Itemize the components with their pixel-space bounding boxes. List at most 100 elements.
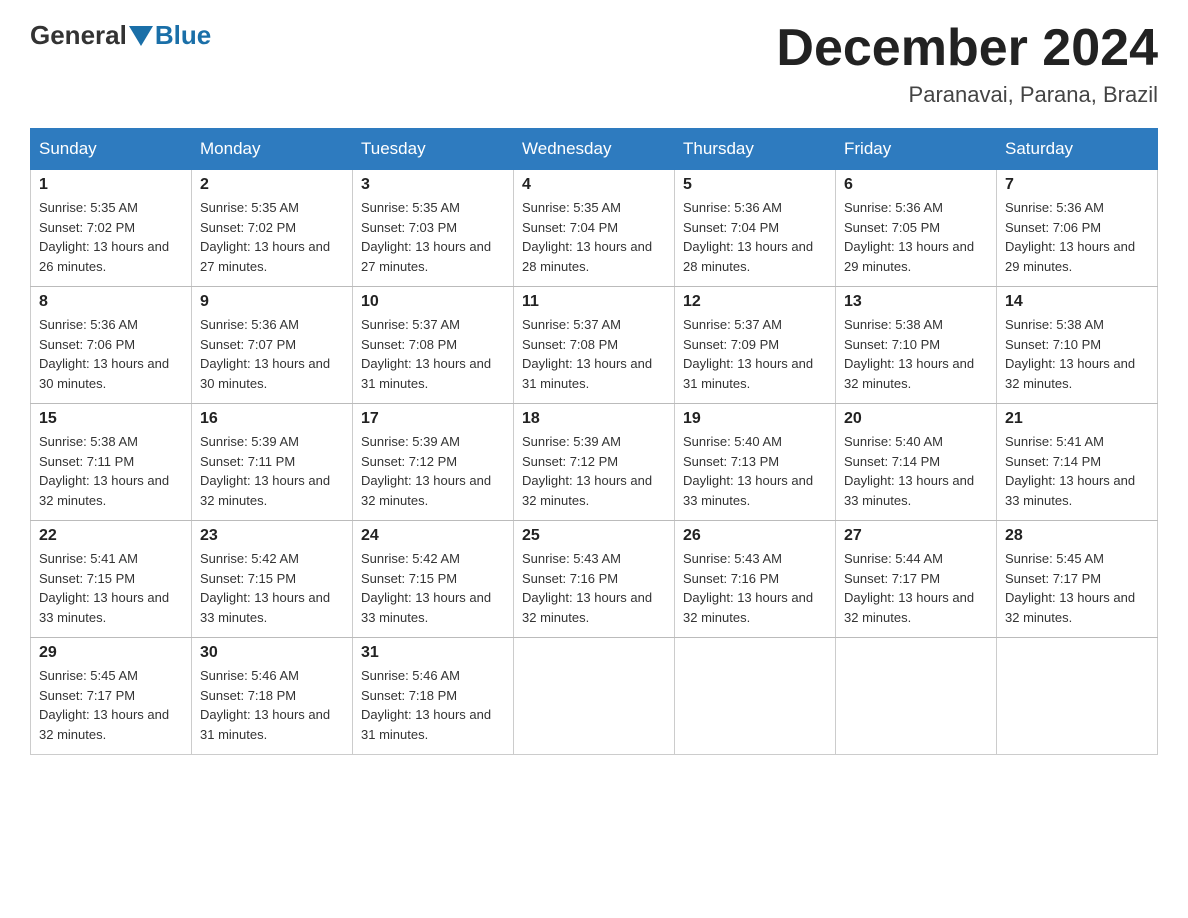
day-number: 5 <box>683 176 827 194</box>
calendar-week-row: 15 Sunrise: 5:38 AMSunset: 7:11 PMDaylig… <box>31 404 1158 521</box>
day-info: Sunrise: 5:42 AMSunset: 7:15 PMDaylight:… <box>361 549 505 627</box>
day-number: 22 <box>39 527 183 545</box>
day-info: Sunrise: 5:35 AMSunset: 7:02 PMDaylight:… <box>39 198 183 276</box>
day-info: Sunrise: 5:37 AMSunset: 7:08 PMDaylight:… <box>361 315 505 393</box>
table-row: 27 Sunrise: 5:44 AMSunset: 7:17 PMDaylig… <box>836 521 997 638</box>
table-row: 28 Sunrise: 5:45 AMSunset: 7:17 PMDaylig… <box>997 521 1158 638</box>
day-info: Sunrise: 5:37 AMSunset: 7:08 PMDaylight:… <box>522 315 666 393</box>
location-title: Paranavai, Parana, Brazil <box>776 82 1158 108</box>
table-row: 12 Sunrise: 5:37 AMSunset: 7:09 PMDaylig… <box>675 287 836 404</box>
day-info: Sunrise: 5:45 AMSunset: 7:17 PMDaylight:… <box>1005 549 1149 627</box>
day-info: Sunrise: 5:43 AMSunset: 7:16 PMDaylight:… <box>683 549 827 627</box>
day-number: 6 <box>844 176 988 194</box>
day-info: Sunrise: 5:38 AMSunset: 7:11 PMDaylight:… <box>39 432 183 510</box>
table-row <box>514 638 675 755</box>
day-info: Sunrise: 5:36 AMSunset: 7:06 PMDaylight:… <box>39 315 183 393</box>
table-row <box>836 638 997 755</box>
month-title: December 2024 <box>776 20 1158 77</box>
calendar-week-row: 8 Sunrise: 5:36 AMSunset: 7:06 PMDayligh… <box>31 287 1158 404</box>
day-info: Sunrise: 5:43 AMSunset: 7:16 PMDaylight:… <box>522 549 666 627</box>
day-info: Sunrise: 5:41 AMSunset: 7:14 PMDaylight:… <box>1005 432 1149 510</box>
day-info: Sunrise: 5:39 AMSunset: 7:12 PMDaylight:… <box>361 432 505 510</box>
table-row: 22 Sunrise: 5:41 AMSunset: 7:15 PMDaylig… <box>31 521 192 638</box>
table-row: 14 Sunrise: 5:38 AMSunset: 7:10 PMDaylig… <box>997 287 1158 404</box>
day-number: 3 <box>361 176 505 194</box>
day-number: 28 <box>1005 527 1149 545</box>
calendar-table: Sunday Monday Tuesday Wednesday Thursday… <box>30 128 1158 755</box>
table-row: 20 Sunrise: 5:40 AMSunset: 7:14 PMDaylig… <box>836 404 997 521</box>
table-row: 15 Sunrise: 5:38 AMSunset: 7:11 PMDaylig… <box>31 404 192 521</box>
day-info: Sunrise: 5:36 AMSunset: 7:06 PMDaylight:… <box>1005 198 1149 276</box>
day-info: Sunrise: 5:45 AMSunset: 7:17 PMDaylight:… <box>39 666 183 744</box>
header-wednesday: Wednesday <box>514 129 675 170</box>
table-row: 24 Sunrise: 5:42 AMSunset: 7:15 PMDaylig… <box>353 521 514 638</box>
table-row: 25 Sunrise: 5:43 AMSunset: 7:16 PMDaylig… <box>514 521 675 638</box>
day-info: Sunrise: 5:36 AMSunset: 7:05 PMDaylight:… <box>844 198 988 276</box>
header-monday: Monday <box>192 129 353 170</box>
header-tuesday: Tuesday <box>353 129 514 170</box>
day-number: 10 <box>361 293 505 311</box>
table-row: 1 Sunrise: 5:35 AMSunset: 7:02 PMDayligh… <box>31 170 192 287</box>
day-info: Sunrise: 5:39 AMSunset: 7:12 PMDaylight:… <box>522 432 666 510</box>
day-info: Sunrise: 5:42 AMSunset: 7:15 PMDaylight:… <box>200 549 344 627</box>
day-info: Sunrise: 5:39 AMSunset: 7:11 PMDaylight:… <box>200 432 344 510</box>
day-number: 31 <box>361 644 505 662</box>
day-number: 7 <box>1005 176 1149 194</box>
table-row: 31 Sunrise: 5:46 AMSunset: 7:18 PMDaylig… <box>353 638 514 755</box>
day-info: Sunrise: 5:46 AMSunset: 7:18 PMDaylight:… <box>361 666 505 744</box>
day-number: 21 <box>1005 410 1149 428</box>
table-row: 26 Sunrise: 5:43 AMSunset: 7:16 PMDaylig… <box>675 521 836 638</box>
day-number: 20 <box>844 410 988 428</box>
day-info: Sunrise: 5:41 AMSunset: 7:15 PMDaylight:… <box>39 549 183 627</box>
table-row: 6 Sunrise: 5:36 AMSunset: 7:05 PMDayligh… <box>836 170 997 287</box>
table-row: 17 Sunrise: 5:39 AMSunset: 7:12 PMDaylig… <box>353 404 514 521</box>
logo-general-text: General <box>30 20 127 51</box>
day-number: 1 <box>39 176 183 194</box>
calendar-week-row: 29 Sunrise: 5:45 AMSunset: 7:17 PMDaylig… <box>31 638 1158 755</box>
logo-triangle-icon <box>129 26 153 46</box>
day-number: 26 <box>683 527 827 545</box>
calendar-week-row: 22 Sunrise: 5:41 AMSunset: 7:15 PMDaylig… <box>31 521 1158 638</box>
header-sunday: Sunday <box>31 129 192 170</box>
day-number: 24 <box>361 527 505 545</box>
logo-blue-text: Blue <box>155 20 211 51</box>
table-row: 2 Sunrise: 5:35 AMSunset: 7:02 PMDayligh… <box>192 170 353 287</box>
day-info: Sunrise: 5:36 AMSunset: 7:04 PMDaylight:… <box>683 198 827 276</box>
day-number: 16 <box>200 410 344 428</box>
day-number: 19 <box>683 410 827 428</box>
day-info: Sunrise: 5:46 AMSunset: 7:18 PMDaylight:… <box>200 666 344 744</box>
table-row: 21 Sunrise: 5:41 AMSunset: 7:14 PMDaylig… <box>997 404 1158 521</box>
calendar-week-row: 1 Sunrise: 5:35 AMSunset: 7:02 PMDayligh… <box>31 170 1158 287</box>
table-row: 23 Sunrise: 5:42 AMSunset: 7:15 PMDaylig… <box>192 521 353 638</box>
table-row: 7 Sunrise: 5:36 AMSunset: 7:06 PMDayligh… <box>997 170 1158 287</box>
day-number: 13 <box>844 293 988 311</box>
day-number: 25 <box>522 527 666 545</box>
day-number: 4 <box>522 176 666 194</box>
table-row: 11 Sunrise: 5:37 AMSunset: 7:08 PMDaylig… <box>514 287 675 404</box>
day-info: Sunrise: 5:36 AMSunset: 7:07 PMDaylight:… <box>200 315 344 393</box>
day-number: 8 <box>39 293 183 311</box>
day-number: 14 <box>1005 293 1149 311</box>
table-row: 19 Sunrise: 5:40 AMSunset: 7:13 PMDaylig… <box>675 404 836 521</box>
day-number: 27 <box>844 527 988 545</box>
day-info: Sunrise: 5:40 AMSunset: 7:13 PMDaylight:… <box>683 432 827 510</box>
table-row: 18 Sunrise: 5:39 AMSunset: 7:12 PMDaylig… <box>514 404 675 521</box>
day-info: Sunrise: 5:35 AMSunset: 7:02 PMDaylight:… <box>200 198 344 276</box>
day-number: 18 <box>522 410 666 428</box>
table-row: 8 Sunrise: 5:36 AMSunset: 7:06 PMDayligh… <box>31 287 192 404</box>
day-info: Sunrise: 5:44 AMSunset: 7:17 PMDaylight:… <box>844 549 988 627</box>
day-number: 29 <box>39 644 183 662</box>
header-saturday: Saturday <box>997 129 1158 170</box>
table-row: 3 Sunrise: 5:35 AMSunset: 7:03 PMDayligh… <box>353 170 514 287</box>
day-info: Sunrise: 5:38 AMSunset: 7:10 PMDaylight:… <box>844 315 988 393</box>
title-area: December 2024 Paranavai, Parana, Brazil <box>776 20 1158 108</box>
day-info: Sunrise: 5:35 AMSunset: 7:03 PMDaylight:… <box>361 198 505 276</box>
day-info: Sunrise: 5:40 AMSunset: 7:14 PMDaylight:… <box>844 432 988 510</box>
table-row: 16 Sunrise: 5:39 AMSunset: 7:11 PMDaylig… <box>192 404 353 521</box>
table-row: 5 Sunrise: 5:36 AMSunset: 7:04 PMDayligh… <box>675 170 836 287</box>
day-info: Sunrise: 5:35 AMSunset: 7:04 PMDaylight:… <box>522 198 666 276</box>
table-row: 4 Sunrise: 5:35 AMSunset: 7:04 PMDayligh… <box>514 170 675 287</box>
header-thursday: Thursday <box>675 129 836 170</box>
table-row: 13 Sunrise: 5:38 AMSunset: 7:10 PMDaylig… <box>836 287 997 404</box>
day-number: 9 <box>200 293 344 311</box>
